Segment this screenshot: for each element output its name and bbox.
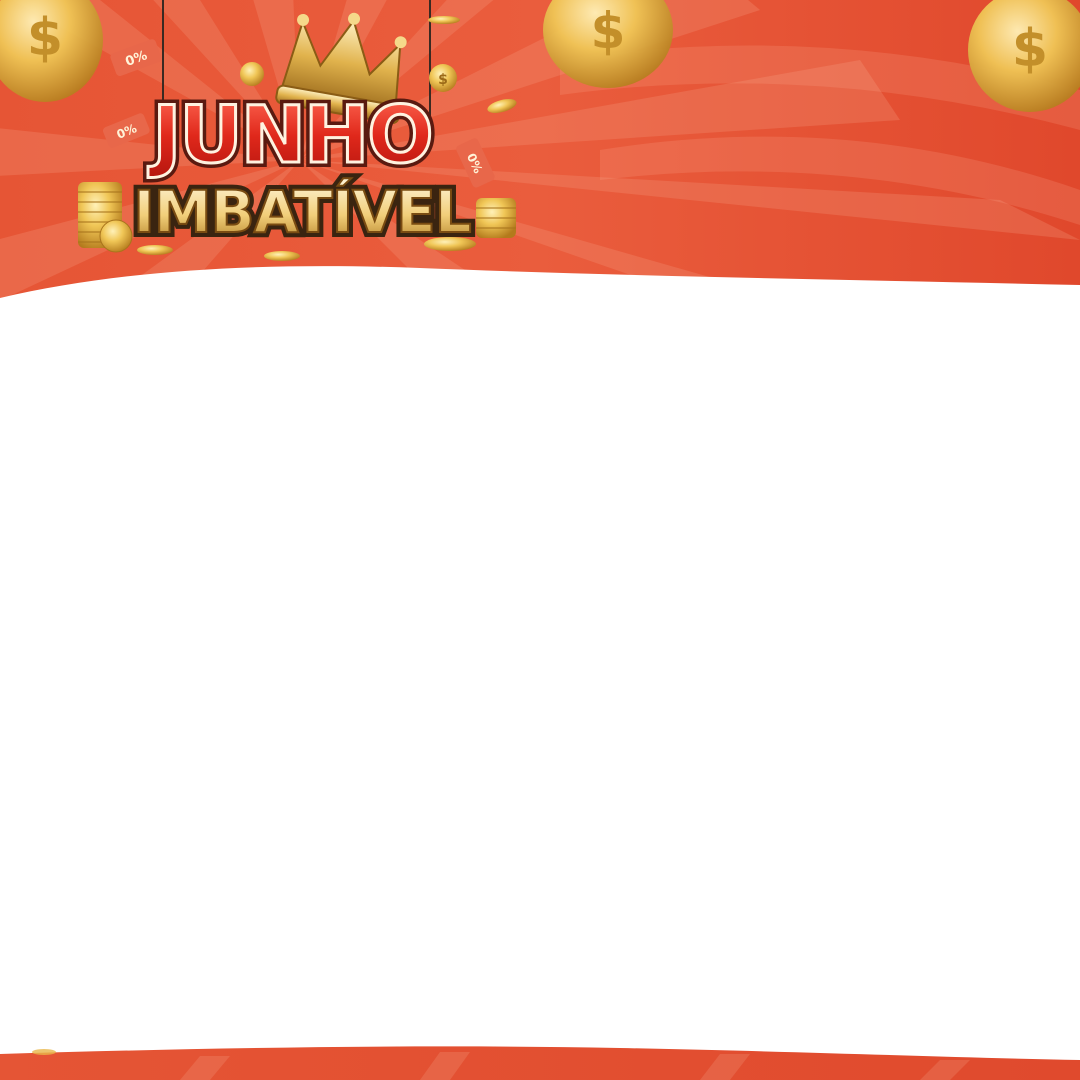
promo-canvas: $ $ $ $ 0% 0% 0% JUNHO JUNHO IMBATÍVEL I… bbox=[0, 0, 1080, 1080]
bottom-orange-strip bbox=[0, 1046, 1080, 1080]
top-white-wave bbox=[0, 266, 1080, 320]
content-white-panel bbox=[0, 320, 1080, 1030]
